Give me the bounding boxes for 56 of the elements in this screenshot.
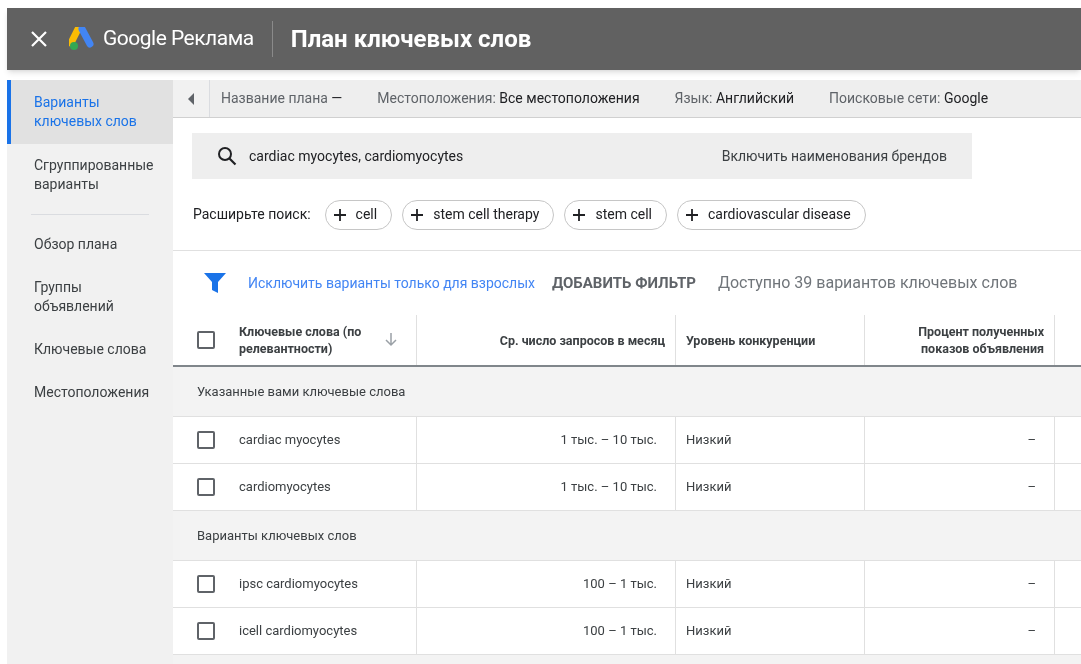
table-cell: ipsc cardiomyocytes [173,561,417,607]
collapse-icon [188,92,194,105]
brand-names-toggle[interactable]: Включить наименования брендов [721,145,947,167]
sidebar-item[interactable]: Варианты ключевых слов [7,80,173,144]
table-cell: 1 тыс. – 10 тыс. [417,417,676,463]
table-cell: – [865,608,1055,654]
group-header: Варианты ключевых слов [173,511,1081,561]
sort-arrow-icon[interactable] [385,333,397,347]
table-cell: Низкий [676,417,865,463]
sidebar-item[interactable]: Ключевые слова [7,328,173,371]
table-cell: Низкий [676,464,865,510]
sidebar-item[interactable]: Сгруппированные варианты [7,144,173,206]
search-value: cardiac myocytes, cardiomyocytes [249,146,464,166]
plan-setting[interactable]: Название плана — [221,88,343,109]
logo-icon [69,27,95,51]
expand-search-label: Расширьте поиск: [193,205,311,224]
checkbox[interactable] [197,575,215,593]
column-header[interactable]: Ключевые слова (по релевантности) [173,315,417,365]
group-header: Указанные вами ключевые слова [173,367,1081,417]
brand-name: Google Реклама [103,25,254,53]
variants-count: Доступно 39 вариантов ключевых слов [717,272,1018,294]
plus-icon [573,208,586,221]
column-header[interactable]: Ср. число запросов в месяц [417,315,676,365]
add-filter-button[interactable]: ДОБАВИТЬ ФИЛЬТР [552,271,696,295]
checkbox[interactable] [197,622,215,640]
sidebar-item[interactable]: Обзор плана [7,223,173,266]
plan-setting[interactable]: Язык: Английский [674,88,795,109]
column-header[interactable]: Процент полученных показов объявления [865,315,1055,365]
checkbox[interactable] [197,431,215,449]
sidebar-item[interactable]: Группы объявлений [7,266,173,328]
checkbox[interactable] [197,331,215,349]
table-cell: 1 тыс. – 10 тыс. [417,464,676,510]
table-cell: 100 – 1 тыс. [417,608,676,654]
plus-icon [333,208,346,221]
adult-filter-link[interactable]: Исключить варианты только для взрослых [248,272,536,294]
plus-icon [411,208,424,221]
table-cell: icell cardiomyocytes [173,608,417,654]
table-cell: 100 – 1 тыс. [417,561,676,607]
filter-icon[interactable] [204,273,226,293]
table-cell: – [865,417,1055,463]
checkbox[interactable] [197,478,215,496]
table-cell: – [865,464,1055,510]
close-icon[interactable] [31,31,47,47]
page-title: План ключевых слов [290,24,532,55]
table-cell: cardiomyocytes [173,464,417,510]
sidebar-item[interactable]: Местоположения [7,371,173,414]
plus-icon [685,208,698,221]
search-icon [217,146,237,166]
search-field[interactable]: cardiac myocytes, cardiomyocytes Включить наименования брендов [192,133,972,179]
table-cell: Низкий [676,608,865,654]
table-cell: – [865,561,1055,607]
plan-setting[interactable]: Местоположения: Все местоположения [377,88,640,109]
plan-setting[interactable]: Поисковые сети: Google [829,88,989,109]
table-cell: Низкий [676,561,865,607]
table-cell: cardiac myocytes [173,417,417,463]
column-header[interactable]: Уровень конкуренции [676,315,865,365]
